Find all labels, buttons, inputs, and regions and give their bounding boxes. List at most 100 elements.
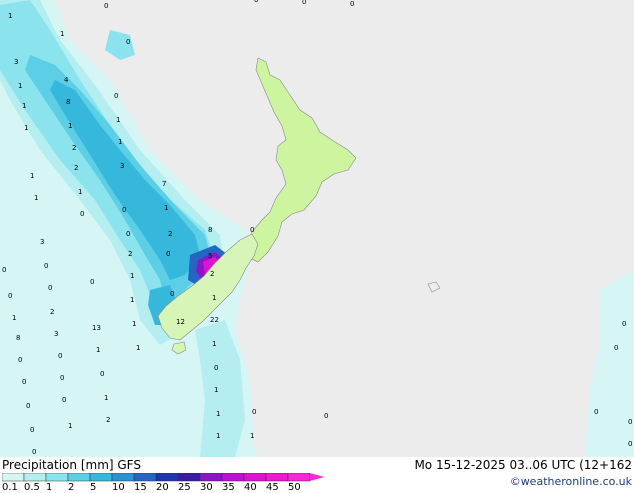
precip-value-label: 0 [60,374,64,382]
precip-value-label: 0 [254,0,258,4]
precip-value-label: 0 [62,396,66,404]
precip-value-label: 5 [208,252,212,260]
color-scale-swatch [221,473,245,482]
precip-value-label: 0 [614,344,618,352]
precip-value-label: 0 [628,418,632,426]
precip-value-label: 1 [8,12,12,20]
precip-value-label: 1 [60,30,64,38]
precip-value-label: 1 [212,294,216,302]
color-scale-tick: 0.5 [24,482,40,493]
precip-value-label: 1 [132,320,136,328]
precip-value-label: 1 [30,172,34,180]
precip-value-label: 2 [210,270,214,278]
precip-value-label: 22 [210,316,219,324]
precip-value-label: 1 [12,314,16,322]
color-scale-tick: 2 [68,482,75,493]
precip-value-label: 1 [18,82,22,90]
precip-value-label: 1 [214,386,218,394]
color-scale-swatch [111,473,135,482]
precipitation-map: 1 3 1 1 1 4 8 0 1 1 1 2 2 3 7 1 1 0 1 1 0 0 2 8 3 2 0 0 0 1 0 0 5 2 0 0 1 1 12… [0,0,634,457]
color-scale-swatch [67,473,91,482]
color-scale-swatch [177,473,201,482]
precip-value-label: 2 [50,308,54,316]
precip-value-label: 0 [58,352,62,360]
precip-value-label: 1 [96,346,100,354]
precip-value-label: 1 [130,272,134,280]
precip-value-label: 1 [216,432,220,440]
precip-value-label: 0 [324,412,328,420]
precip-value-label: 0 [104,2,108,10]
precip-value-label: 0 [350,0,354,8]
precip-value-label: 0 [48,284,52,292]
color-scale-swatch [133,473,157,482]
color-scale-swatch [243,473,267,482]
precip-value-label: 1 [78,188,82,196]
color-scale-tick: 30 [200,482,213,493]
precip-value-label: 0 [114,92,118,100]
precip-value-label: 1 [22,102,26,110]
precip-value-label: 0 [126,230,130,238]
precip-value-label: 0 [250,226,254,234]
precip-value-label: 1 [136,344,140,352]
precip-value-label: 2 [168,230,172,238]
precip-value-label: 4 [64,76,69,84]
precip-value-label: 7 [162,180,166,188]
precip-value-label: 0 [302,0,306,6]
precip-value-label: 1 [118,138,122,146]
precip-value-label: 0 [126,38,130,46]
color-scale-tick: 10 [112,482,125,493]
precip-value-label: 13 [92,324,101,332]
precip-value-label: 0 [170,290,174,298]
legend-footer: Precipitation [mm] GFS Mo 15-12-2025 03.… [0,457,634,493]
precip-value-label: 0 [628,440,632,448]
precip-value-label: 3 [14,58,18,66]
color-scale-tick: 15 [134,482,147,493]
precip-value-label: 0 [100,370,104,378]
precip-value-label: 0 [22,378,26,386]
color-scale-tick: 0.1 [2,482,18,493]
precip-value-label: 0 [2,266,6,274]
precip-value-label: 3 [54,330,58,338]
precip-value-label: 0 [166,250,170,258]
color-scale-swatch [265,473,289,482]
color-scale-tick: 40 [244,482,257,493]
precip-value-label: 8 [16,334,20,342]
precip-value-label: 0 [252,408,256,416]
color-scale-arrow [310,473,324,481]
color-scale-tick: 45 [266,482,279,493]
precip-value-label: 1 [68,422,72,430]
color-scale-swatch [23,473,47,482]
precip-value-label: 2 [74,164,78,172]
precip-value-label: 0 [622,320,626,328]
color-scale-swatch [89,473,113,482]
precip-value-label: 0 [90,278,94,286]
precip-value-label: 8 [66,98,70,106]
credit-link[interactable]: ©weatheronline.co.uk [510,475,632,488]
precip-value-label: 1 [130,296,134,304]
precip-value-label: 2 [128,250,132,258]
precip-value-label: 1 [216,410,220,418]
precip-value-label: 2 [106,416,110,424]
precip-value-label: 1 [212,340,216,348]
precip-value-label: 0 [18,356,22,364]
precip-value-label: 1 [34,194,38,202]
map-title: Precipitation [mm] GFS [2,458,141,472]
precip-value-label: 0 [122,206,126,214]
precip-value-label: 1 [104,394,108,402]
precip-value-label: 3 [120,162,124,170]
color-scale-swatch [199,473,223,482]
color-scale-tick: 25 [178,482,191,493]
color-scale-swatch [45,473,69,482]
precip-value-label: 8 [208,226,212,234]
map-canvas: 1311148011122 37110 1100 2 832 00010052001 112… [0,0,634,457]
forecast-datetime: Mo 15-12-2025 03..06 UTC (12+162 [414,458,632,472]
precip-value-label: 0 [26,402,30,410]
precip-value-label: 1 [164,204,168,212]
color-scale-tick: 20 [156,482,169,493]
precip-value-label: 1 [116,116,120,124]
precip-value-label: 0 [594,408,598,416]
precip-value-label: 0 [44,262,48,270]
color-scale-tick: 1 [46,482,53,493]
color-scale-tick: 5 [90,482,97,493]
color-scale-swatch [287,473,311,482]
